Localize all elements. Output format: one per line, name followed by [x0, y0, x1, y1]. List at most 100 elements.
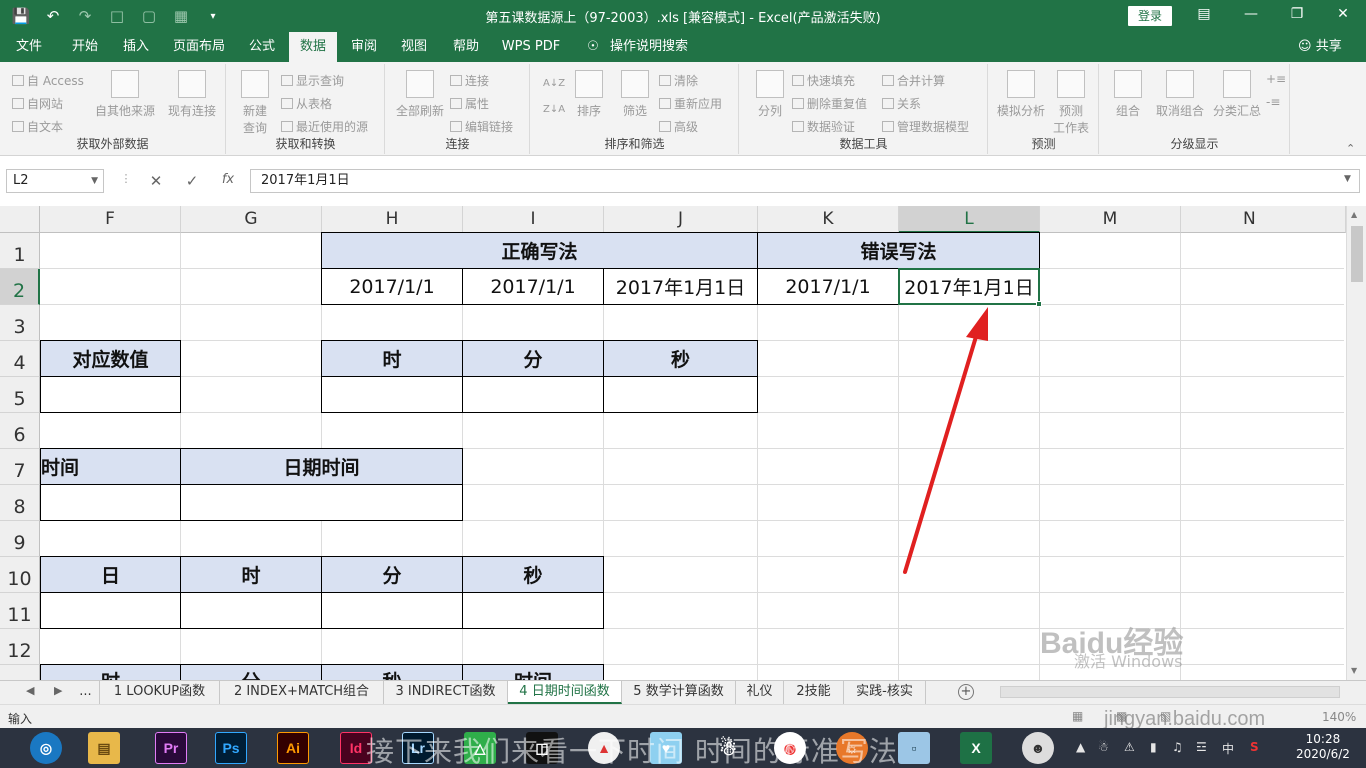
- formula-input[interactable]: 2017年1月1日: [250, 169, 1360, 193]
- tab-data[interactable]: 数据: [289, 32, 337, 62]
- tell-me-search[interactable]: 操作说明搜索: [606, 32, 692, 62]
- sheet-tab-more[interactable]: ...: [72, 681, 100, 704]
- sheet-tab-5[interactable]: 5 数学计算函数: [622, 681, 736, 704]
- sheet-tab-8[interactable]: 实践-核实: [844, 681, 926, 704]
- tray-sogou-icon[interactable]: S: [1250, 740, 1259, 754]
- connections-button[interactable]: 连接: [450, 72, 489, 89]
- tray-volume-icon[interactable]: ♫: [1172, 740, 1183, 754]
- from-web-button[interactable]: 自网站: [12, 95, 63, 112]
- vertical-scrollbar[interactable]: ▲ ▼: [1346, 206, 1366, 680]
- tab-insert[interactable]: 插入: [114, 32, 158, 62]
- sheet-prev-icon[interactable]: ◀: [26, 684, 34, 697]
- tray-battery-icon[interactable]: ▮: [1150, 740, 1157, 754]
- normal-view-icon[interactable]: ▦: [1072, 709, 1083, 723]
- group-button[interactable]: 组合: [1106, 70, 1150, 119]
- sort-za-icon[interactable]: Z↓A: [543, 104, 565, 115]
- sheet-tab-2[interactable]: 2 INDEX+MATCH组合: [220, 681, 384, 704]
- photoshop-icon[interactable]: Ps: [215, 732, 247, 764]
- browser-icon[interactable]: ◎: [30, 732, 62, 764]
- file-explorer-icon[interactable]: ▤: [88, 732, 120, 764]
- minimize-icon[interactable]: —: [1240, 6, 1262, 22]
- relationships-button[interactable]: 关系: [882, 95, 921, 112]
- data-validation-button[interactable]: 数据验证: [792, 118, 855, 135]
- sheet-tab-1[interactable]: 1 LOOKUP函数: [100, 681, 220, 704]
- remove-duplicates-button[interactable]: 删除重复值: [792, 95, 867, 112]
- enter-entry-icon[interactable]: ✓: [182, 172, 202, 190]
- tab-page-layout[interactable]: 页面布局: [166, 32, 232, 62]
- from-text-button[interactable]: 自文本: [12, 118, 63, 135]
- manage-data-model-button[interactable]: 管理数据模型: [882, 118, 969, 135]
- from-access-button[interactable]: 自 Access: [12, 72, 84, 89]
- add-sheet-icon[interactable]: +: [958, 684, 974, 700]
- ungroup-button[interactable]: 取消组合: [1152, 70, 1208, 119]
- close-icon[interactable]: ✕: [1332, 6, 1354, 22]
- from-table-button[interactable]: 从表格: [281, 95, 332, 112]
- tab-wps-pdf[interactable]: WPS PDF: [498, 32, 564, 62]
- from-other-sources-button[interactable]: 自其他来源: [92, 70, 158, 119]
- forecast-sheet-button[interactable]: 预测 工作表: [1049, 70, 1093, 136]
- subtotal-icon: [1223, 70, 1251, 98]
- horizontal-scrollbar[interactable]: [1000, 686, 1340, 698]
- advanced-filter-button[interactable]: 高级: [659, 118, 698, 135]
- tab-view[interactable]: 视图: [392, 32, 436, 62]
- illustrator-icon[interactable]: Ai: [277, 732, 309, 764]
- vertical-scroll-thumb[interactable]: [1351, 226, 1363, 282]
- scroll-up-icon[interactable]: ▲: [1351, 210, 1357, 219]
- refresh-all-button[interactable]: 全部刷新: [392, 70, 448, 119]
- formula-bar-handle-icon[interactable]: ⋮: [116, 172, 136, 185]
- expand-formula-bar-icon[interactable]: ▼: [1344, 174, 1351, 184]
- hide-detail-icon[interactable]: -≡: [1266, 95, 1280, 109]
- premiere-icon[interactable]: Pr: [155, 732, 187, 764]
- properties-button[interactable]: 属性: [450, 95, 489, 112]
- tab-home[interactable]: 开始: [62, 32, 108, 62]
- taskbar-clock[interactable]: 10:28 2020/6/2: [1296, 732, 1350, 762]
- tab-help[interactable]: 帮助: [444, 32, 488, 62]
- text-to-columns-button[interactable]: 分列: [750, 70, 790, 119]
- sheet-next-icon[interactable]: ▶: [54, 684, 62, 697]
- sort-az-icon[interactable]: A↓Z: [543, 78, 565, 89]
- sort-button[interactable]: 排序: [567, 70, 611, 119]
- tray-network-icon[interactable]: ☲: [1196, 740, 1207, 754]
- flash-fill-button[interactable]: 快速填充: [792, 72, 855, 89]
- sheet-tab-7[interactable]: 2技能: [784, 681, 844, 704]
- eraser-app-icon[interactable]: ▫: [898, 732, 930, 764]
- reapply-button[interactable]: 重新应用: [659, 95, 722, 112]
- ribbon-display-icon[interactable]: ▤: [1193, 6, 1215, 22]
- scroll-down-icon[interactable]: ▼: [1351, 666, 1357, 675]
- existing-connections-button[interactable]: 现有连接: [164, 70, 220, 119]
- name-box[interactable]: L2 ▼: [6, 169, 104, 193]
- collapse-ribbon-icon[interactable]: ⌃: [1346, 142, 1355, 155]
- cancel-entry-icon[interactable]: ✕: [146, 172, 166, 190]
- from-table-label: 从表格: [296, 97, 333, 111]
- tab-formulas[interactable]: 公式: [240, 32, 284, 62]
- tray-alert-icon[interactable]: ⚠: [1124, 740, 1135, 754]
- group-data-tools: 分列 快速填充 删除重复值 数据验证 合并计算 关系 管理数据模型 数据工具: [740, 64, 988, 154]
- filter-button[interactable]: 筛选: [615, 70, 655, 119]
- tray-overflow-icon[interactable]: ▲: [1076, 740, 1085, 754]
- edit-links-button[interactable]: 编辑链接: [450, 118, 513, 135]
- zoom-level[interactable]: 140%: [1322, 710, 1356, 724]
- login-button[interactable]: 登录: [1128, 6, 1172, 26]
- insert-function-icon[interactable]: fx: [218, 172, 238, 187]
- clear-filter-button[interactable]: 清除: [659, 72, 698, 89]
- worksheet-grid[interactable]: F G H I J K L M N 1 2 3 4 5 6 7 8 9 10 1…: [0, 206, 1366, 680]
- restore-icon[interactable]: ❐: [1286, 6, 1308, 22]
- name-box-dropdown-icon[interactable]: ▼: [91, 170, 98, 192]
- show-detail-icon[interactable]: +≡: [1266, 72, 1286, 86]
- sheet-tab-6[interactable]: 礼仪: [736, 681, 784, 704]
- sheet-tab-4[interactable]: 4 日期时间函数: [508, 681, 622, 704]
- subtotal-button[interactable]: 分类汇总: [1210, 70, 1264, 119]
- share-button[interactable]: ☺ 共享: [1298, 32, 1342, 62]
- excel-taskbar-icon[interactable]: X: [960, 732, 992, 764]
- tab-file[interactable]: 文件: [8, 32, 50, 62]
- sheet-tab-3[interactable]: 3 INDIRECT函数: [384, 681, 508, 704]
- recent-sources-button[interactable]: 最近使用的源: [281, 118, 368, 135]
- tray-qq-icon[interactable]: ☃: [1098, 740, 1109, 754]
- what-if-analysis-button[interactable]: 模拟分析: [995, 70, 1047, 119]
- new-query-button[interactable]: 新建 查询: [233, 70, 277, 136]
- show-queries-button[interactable]: 显示查询: [281, 72, 344, 89]
- consolidate-button[interactable]: 合并计算: [882, 72, 945, 89]
- tab-review[interactable]: 审阅: [342, 32, 386, 62]
- avatar-app-icon[interactable]: ☻: [1022, 732, 1054, 764]
- tray-ime[interactable]: 中: [1222, 740, 1234, 757]
